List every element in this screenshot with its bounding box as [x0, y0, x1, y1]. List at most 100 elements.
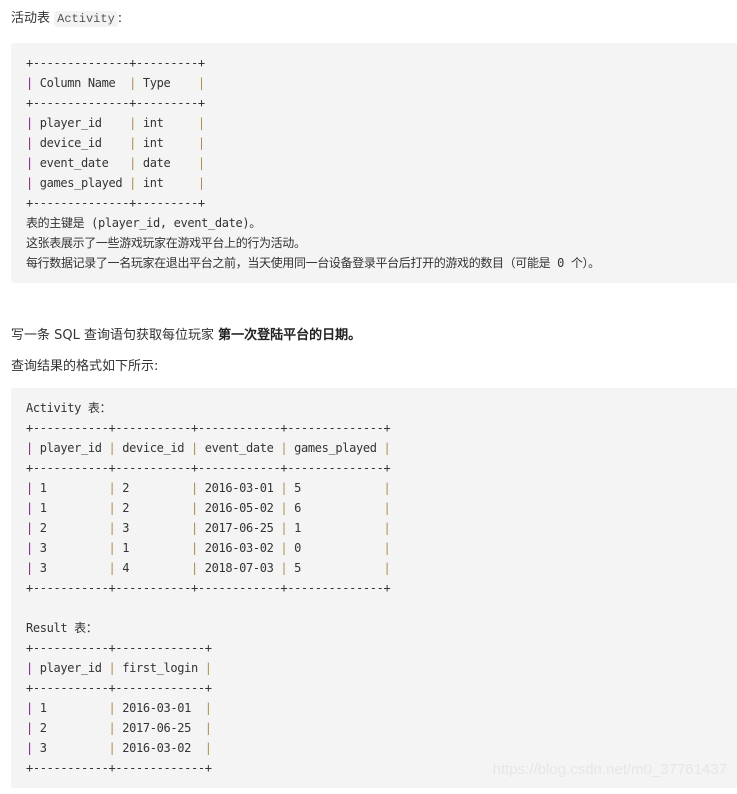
table-cell: event_date [39, 156, 109, 170]
example-code-block: Activity 表： +-----------+-----------+----… [11, 388, 737, 788]
table-cell: player_id [39, 441, 102, 455]
table-cell: 2016-03-02 [122, 741, 191, 755]
pipe: | [108, 721, 116, 735]
table-cell: 2 [39, 521, 47, 535]
pipe: | [108, 561, 116, 575]
table-cell: 2017-06-25 [204, 521, 274, 535]
table-cell: 3 [39, 561, 47, 575]
question-bold: 第一次登陆平台的日期。 [218, 328, 362, 343]
pipe: | [383, 561, 391, 575]
table-border: +-----------+-----------+------------+--… [26, 581, 391, 595]
pipe: | [383, 501, 391, 515]
schema-code-block: +--------------+---------+ | Column Name … [11, 43, 737, 283]
table-cell: 3 [39, 741, 47, 755]
pipe: | [191, 441, 198, 455]
pipe: | [108, 741, 116, 755]
schema-row: | player_id | int | [26, 113, 600, 133]
pipe: | [191, 481, 198, 495]
activity-row: | 3 | 4 | 2018-07-03 | 5 | [26, 558, 391, 578]
pipe: | [191, 561, 198, 575]
result-row: | 1 | 2016-03-01 | [26, 698, 390, 718]
pipe: | [108, 701, 116, 715]
table-cell: 3 [122, 521, 130, 535]
pipe: | [26, 741, 33, 755]
table-border: +--------------+---------+ [26, 196, 205, 210]
table-cell: 3 [39, 541, 47, 555]
activity-table-title: Activity 表： [26, 401, 112, 415]
table-cell: 2016-03-01 [122, 701, 191, 715]
pipe: | [26, 721, 33, 735]
schema-note: 表的主键是 (player_id, event_date)。 [26, 216, 261, 230]
table-cell: first_login [122, 661, 198, 675]
result-table-title: Result 表： [26, 621, 98, 635]
pipe: | [26, 441, 33, 455]
pipe: | [108, 661, 116, 675]
activity-row: | 2 | 3 | 2017-06-25 | 1 | [26, 518, 391, 538]
table-border: +-----------+-----------+------------+--… [26, 421, 391, 435]
pipe: | [26, 76, 33, 90]
pipe: | [204, 661, 212, 675]
table-cell: 5 [294, 561, 301, 575]
table-border: +--------------+---------+ [26, 56, 205, 70]
pipe: | [191, 501, 198, 515]
pipe: | [129, 116, 136, 130]
pipe: | [383, 441, 391, 455]
schema-note: 这张表展示了一些游戏玩家在游戏平台上的行为活动。 [26, 236, 306, 250]
watermark: https://blog.csdn.net/m0_37761437 [492, 761, 727, 778]
pipe: | [26, 501, 33, 515]
pipe: | [108, 501, 116, 515]
pipe: | [129, 176, 136, 190]
pipe: | [26, 541, 33, 555]
table-cell: Type [142, 76, 171, 90]
pipe: | [197, 76, 205, 90]
table-cell: 2 [122, 501, 130, 515]
pipe: | [280, 501, 288, 515]
table-cell: player_id [39, 116, 102, 130]
table-cell: int [142, 176, 164, 190]
pipe: | [383, 481, 391, 495]
table-cell: games_played [39, 176, 123, 190]
table-cell: int [142, 136, 164, 150]
table-border: +-----------+-----------+------------+--… [26, 461, 391, 475]
question-prefix: 写一条 SQL 查询语句获取每位玩家 [11, 328, 219, 343]
table-cell: 2016-03-01 [204, 481, 274, 495]
table-cell: 0 [294, 541, 301, 555]
table-cell: 1 [294, 521, 301, 535]
table-border: +-----------+-------------+ [26, 761, 212, 775]
pipe: | [129, 76, 136, 90]
table-cell: 1 [122, 541, 130, 555]
pipe: | [129, 136, 136, 150]
pipe: | [26, 481, 33, 495]
activity-row: | 3 | 1 | 2016-03-02 | 0 | [26, 538, 391, 558]
pipe: | [197, 176, 205, 190]
pipe: | [26, 136, 33, 150]
question-line: 写一条 SQL 查询语句获取每位玩家 第一次登陆平台的日期。 [11, 326, 361, 346]
table-cell: int [142, 116, 164, 130]
table-cell: player_id [39, 661, 102, 675]
format-label: 查询结果的格式如下所示: [11, 359, 159, 374]
table-cell: 1 [39, 701, 47, 715]
schema-code: +--------------+---------+ | Column Name … [26, 53, 600, 273]
pipe: | [26, 521, 33, 535]
pipe: | [108, 481, 116, 495]
table-cell: games_played [294, 441, 377, 455]
schema-row: | games_played | int | [26, 173, 600, 193]
pipe: | [191, 541, 198, 555]
pipe: | [108, 441, 116, 455]
pipe: | [280, 441, 288, 455]
pipe: | [204, 721, 212, 735]
table-cell: 5 [294, 481, 301, 495]
pipe: | [26, 701, 33, 715]
pipe: | [26, 156, 33, 170]
pipe: | [204, 701, 212, 715]
table-cell: 4 [122, 561, 130, 575]
pipe: | [280, 481, 288, 495]
pipe: | [280, 541, 288, 555]
table-cell: 1 [39, 481, 47, 495]
example-code: Activity 表： +-----------+-----------+----… [26, 398, 391, 778]
pipe: | [191, 521, 198, 535]
activity-row: | 1 | 2 | 2016-03-01 | 5 | [26, 478, 391, 498]
table-cell: 2 [39, 721, 47, 735]
table-cell: 2018-07-03 [204, 561, 274, 575]
schema-note: 每行数据记录了一名玩家在退出平台之前，当天使用同一台设备登录平台后打开的游戏的数… [26, 256, 600, 270]
